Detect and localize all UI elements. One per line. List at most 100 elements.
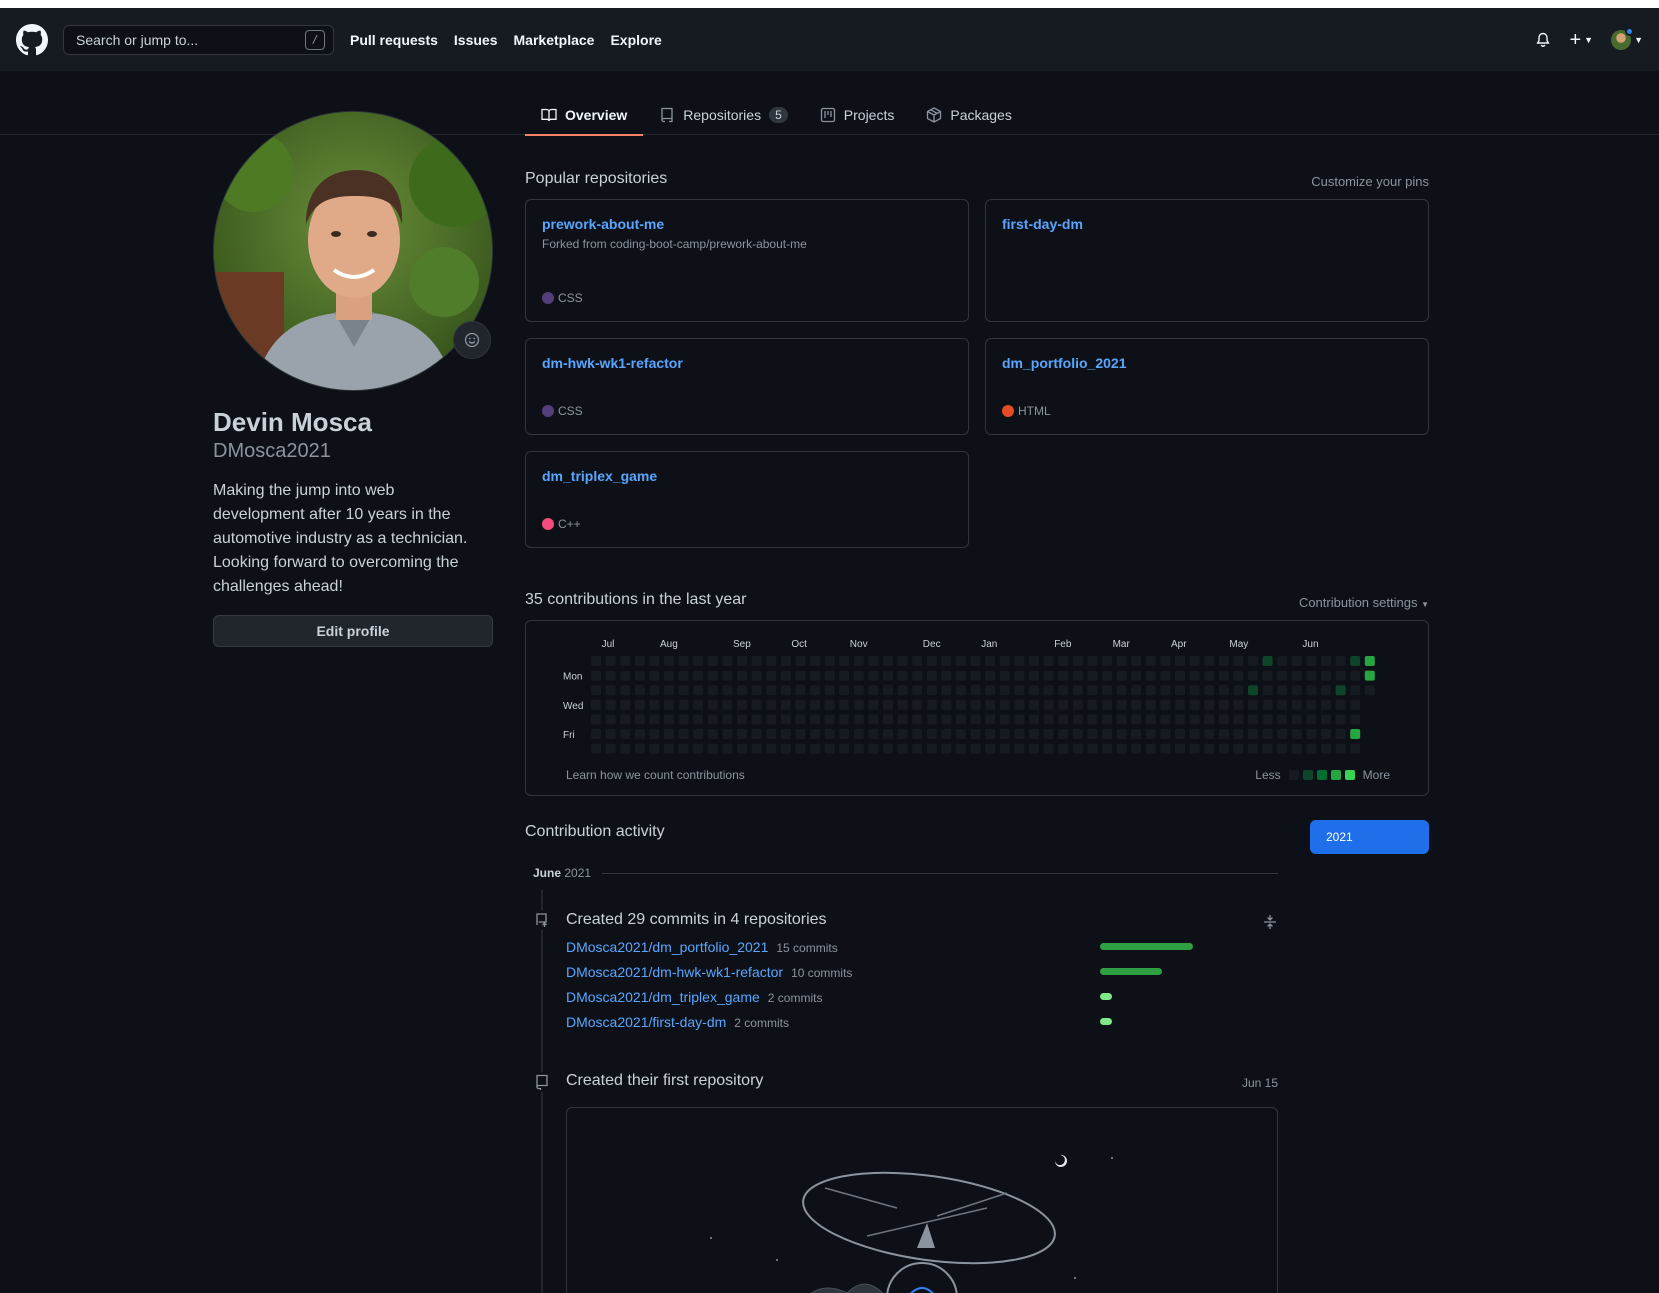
contribution-day-cell[interactable] [1160,685,1171,696]
contribution-day-cell[interactable] [634,714,645,725]
contribution-day-cell[interactable] [1262,714,1273,725]
contribution-day-cell[interactable] [810,743,820,754]
pinned-repo-link[interactable]: dm_portfolio_2021 [1002,355,1412,371]
contribution-day-cell[interactable] [868,656,879,666]
contribution-day-cell[interactable] [1014,670,1025,681]
contribution-day-cell[interactable] [956,685,966,696]
contribution-day-cell[interactable] [722,670,733,681]
contribution-day-cell[interactable] [634,670,645,681]
contribution-day-cell[interactable] [912,656,923,666]
contribution-day-cell[interactable] [1145,699,1156,710]
contribution-day-cell[interactable] [620,743,631,754]
contribution-day-cell[interactable] [634,743,645,754]
contribution-day-cell[interactable] [1262,729,1273,739]
contribution-day-cell[interactable] [1175,743,1185,754]
contribution-day-cell[interactable] [1087,714,1098,725]
contribution-day-cell[interactable] [678,656,689,666]
contribution-day-cell[interactable] [1248,714,1258,725]
contribution-day-cell[interactable] [853,729,864,739]
nav-pull-requests[interactable]: Pull requests [350,32,438,48]
contribution-day-cell[interactable] [883,670,893,681]
contribution-day-cell[interactable] [605,685,616,696]
contribution-day-cell[interactable] [999,743,1010,754]
contribution-day-cell[interactable] [766,729,777,739]
contribution-day-cell[interactable] [897,656,908,666]
contribution-day-cell[interactable] [1116,729,1127,739]
contribution-day-cell[interactable] [810,685,820,696]
contribution-day-cell[interactable] [1029,685,1039,696]
contribution-day-cell[interactable] [883,743,893,754]
contribution-day-cell[interactable] [1189,699,1200,710]
contribution-day-cell[interactable] [912,743,923,754]
contribution-day-cell[interactable] [970,656,981,666]
contribution-day-cell[interactable] [1364,656,1375,666]
contribution-day-cell[interactable] [1306,699,1317,710]
contribution-day-cell[interactable] [1321,699,1331,710]
contribution-day-cell[interactable] [853,670,864,681]
contribution-day-cell[interactable] [810,729,820,739]
contribution-day-cell[interactable] [1321,743,1331,754]
contribution-day-cell[interactable] [605,656,616,666]
contribution-day-cell[interactable] [1102,743,1112,754]
contribution-day-cell[interactable] [897,743,908,754]
contribution-day-cell[interactable] [1014,714,1025,725]
contribution-day-cell[interactable] [1364,670,1375,681]
contribution-day-cell[interactable] [751,656,762,666]
contribution-day-cell[interactable] [912,670,923,681]
contribution-day-cell[interactable] [897,699,908,710]
contribution-day-cell[interactable] [605,670,616,681]
contribution-day-cell[interactable] [737,685,747,696]
contribution-day-cell[interactable] [795,656,806,666]
contribution-day-cell[interactable] [649,685,660,696]
contribution-day-cell[interactable] [956,656,966,666]
contribution-day-cell[interactable] [1277,685,1288,696]
contribution-day-cell[interactable] [912,729,923,739]
contribution-day-cell[interactable] [897,729,908,739]
contribution-day-cell[interactable] [780,685,791,696]
contribution-day-cell[interactable] [737,714,747,725]
contribution-day-cell[interactable] [1306,743,1317,754]
contribution-day-cell[interactable] [737,656,747,666]
contribution-day-cell[interactable] [649,743,660,754]
contribution-day-cell[interactable] [722,699,733,710]
contribution-day-cell[interactable] [1102,699,1112,710]
contribution-day-cell[interactable] [839,743,850,754]
contribution-day-cell[interactable] [1218,670,1229,681]
contribution-day-cell[interactable] [678,699,689,710]
contribution-day-cell[interactable] [1350,714,1361,725]
contribution-day-cell[interactable] [1233,685,1244,696]
contribution-day-cell[interactable] [1291,729,1302,739]
contribution-day-cell[interactable] [1335,729,1346,739]
contribution-day-cell[interactable] [985,699,996,710]
contribution-day-cell[interactable] [722,743,733,754]
contribution-day-cell[interactable] [926,729,937,739]
contribution-day-cell[interactable] [1175,685,1185,696]
contribution-day-cell[interactable] [1218,743,1229,754]
contribution-day-cell[interactable] [780,656,791,666]
contribution-day-cell[interactable] [1277,714,1288,725]
contribution-day-cell[interactable] [926,670,937,681]
contribution-day-cell[interactable] [1072,743,1083,754]
contribution-day-cell[interactable] [1102,656,1112,666]
contribution-day-cell[interactable] [707,743,718,754]
contribution-day-cell[interactable] [1043,699,1054,710]
contribution-day-cell[interactable] [970,743,981,754]
contribution-day-cell[interactable] [1072,714,1083,725]
contribution-day-cell[interactable] [1131,743,1142,754]
contribution-day-cell[interactable] [956,743,966,754]
bell-icon[interactable] [1535,32,1551,48]
contribution-day-cell[interactable] [956,699,966,710]
contribution-day-cell[interactable] [737,699,747,710]
contribution-day-cell[interactable] [795,685,806,696]
contribution-day-cell[interactable] [926,743,937,754]
contribution-day-cell[interactable] [1277,729,1288,739]
contribution-day-cell[interactable] [1204,670,1215,681]
contribution-day-cell[interactable] [883,729,893,739]
contribution-day-cell[interactable] [1189,685,1200,696]
edit-profile-button[interactable]: Edit profile [213,615,493,647]
tab-projects[interactable]: Projects [804,96,911,134]
contribution-day-cell[interactable] [1350,699,1361,710]
contribution-day-cell[interactable] [766,714,777,725]
contribution-day-cell[interactable] [883,714,893,725]
contribution-day-cell[interactable] [1306,685,1317,696]
